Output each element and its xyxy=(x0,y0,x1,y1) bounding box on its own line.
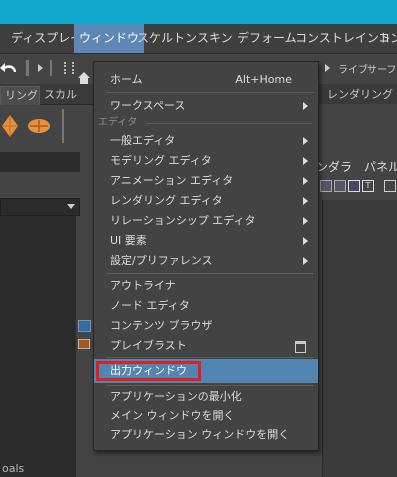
menu-item-output-window[interactable]: 出力ウィンドウ xyxy=(94,359,318,383)
menu-item-minimize-app[interactable]: アプリケーションの最小化 xyxy=(94,387,318,407)
menu-item-workspace[interactable]: ワークスペース xyxy=(94,96,318,116)
menu-display[interactable]: ディスプレイ xyxy=(11,24,82,53)
live-arrow-icon[interactable] xyxy=(325,64,330,72)
menu-item-ui-elements[interactable]: UI 要素 xyxy=(94,231,318,251)
home-icon[interactable] xyxy=(77,71,91,85)
view-icon-2[interactable] xyxy=(334,180,346,192)
menu-bar: ディスプレイ ウィンドウ スケルトン スキン デフォーム コンストレイント コン xyxy=(0,24,397,54)
panel-label-panels[interactable]: パネル xyxy=(364,158,397,175)
submenu-arrow-icon xyxy=(303,197,308,205)
menu-item-home[interactable]: ホーム Alt+Home xyxy=(94,70,318,90)
grid-toggle-icon[interactable] xyxy=(64,62,74,74)
panel-label-renderer[interactable]: ンダラ xyxy=(316,158,352,175)
menu-item-node-editor[interactable]: ノード エディタ xyxy=(94,296,318,316)
viewport[interactable] xyxy=(322,200,397,477)
menu-separator xyxy=(146,123,312,124)
orange-diamond-icon[interactable] xyxy=(0,113,20,139)
tab-rendering[interactable]: レンダリング xyxy=(323,86,397,104)
content-browser-icon xyxy=(78,339,90,349)
menu-separator xyxy=(106,92,314,93)
menu-item-animation-editors[interactable]: アニメーション エディタ xyxy=(94,171,318,191)
menu-item-open-app-window[interactable]: アプリケーション ウィンドウを開く xyxy=(94,425,318,445)
menu-item-open-main-window[interactable]: メイン ウィンドウを開く xyxy=(94,406,318,426)
menu-item-content-browser[interactable]: コンテンツ ブラウザ xyxy=(94,316,318,336)
menu-item-general-editors[interactable]: 一般エディタ xyxy=(94,131,318,151)
menu-item-rendering-editors[interactable]: レンダリング エディタ xyxy=(94,191,318,211)
menu-item-outliner[interactable]: アウトライナ xyxy=(94,276,318,296)
view-icon-3[interactable] xyxy=(348,180,360,192)
submenu-arrow-icon xyxy=(303,257,308,265)
submenu-arrow-icon xyxy=(303,237,308,245)
option-box-icon[interactable] xyxy=(295,341,306,353)
menu-more[interactable]: コン xyxy=(378,24,397,53)
menu-separator xyxy=(106,273,314,274)
undo-icon[interactable] xyxy=(0,60,18,76)
toolbar-arrow-icon[interactable] xyxy=(38,64,43,72)
separator-handle-2 xyxy=(50,60,52,76)
submenu-arrow-icon xyxy=(303,102,308,110)
filter-field[interactable] xyxy=(0,198,80,216)
editor-section-header: エディタ xyxy=(98,117,138,128)
shelf-divider xyxy=(62,109,64,143)
highlight-annotation-box xyxy=(96,361,201,381)
submenu-arrow-icon xyxy=(303,137,308,145)
text-icon[interactable]: T xyxy=(362,180,374,192)
menu-window[interactable]: ウィンドウ xyxy=(74,24,145,53)
menu-skin[interactable]: スキン xyxy=(197,24,233,53)
view-icon-1[interactable] xyxy=(320,180,332,192)
title-strip xyxy=(0,0,397,24)
menu-separator xyxy=(106,357,314,358)
menu-separator xyxy=(106,385,314,386)
menu-item-playblast[interactable]: プレイブラスト xyxy=(94,336,318,356)
node-editor-icon xyxy=(78,320,91,332)
dropdown-arrow-icon[interactable] xyxy=(67,204,75,209)
cube-icon[interactable] xyxy=(384,180,396,192)
submenu-arrow-icon xyxy=(303,157,308,165)
menu-skeleton[interactable]: スケルトン xyxy=(137,24,197,53)
submenu-arrow-icon xyxy=(303,217,308,225)
tab-sculpting[interactable]: スカル xyxy=(40,86,90,104)
left-panel-header xyxy=(0,152,80,172)
outliner-list[interactable]: oals xyxy=(0,216,76,477)
menu-constraint[interactable]: コンストレイント xyxy=(295,24,391,53)
live-label: ライブ xyxy=(338,65,368,76)
menu-item-modeling-editors[interactable]: モデリング エディタ xyxy=(94,151,318,171)
home-shortcut: Alt+Home xyxy=(235,73,292,86)
separator-handle xyxy=(26,60,29,76)
submenu-arrow-icon xyxy=(303,177,308,185)
surface-label: サーフェス xyxy=(367,65,397,76)
orange-disc-icon[interactable] xyxy=(26,117,52,135)
menu-item-preferences[interactable]: 設定/プリファレンス xyxy=(94,251,318,271)
menu-item-relationship-editors[interactable]: リレーションシップ エディタ xyxy=(94,211,318,231)
menu-deform[interactable]: デフォーム xyxy=(237,24,297,53)
window-menu: ホーム Alt+Home ワークスペース エディタ 一般エディタ モデリング エ… xyxy=(93,61,319,451)
outliner-partial-text: oals xyxy=(2,462,25,475)
tab-rigging[interactable]: リング xyxy=(0,86,40,105)
